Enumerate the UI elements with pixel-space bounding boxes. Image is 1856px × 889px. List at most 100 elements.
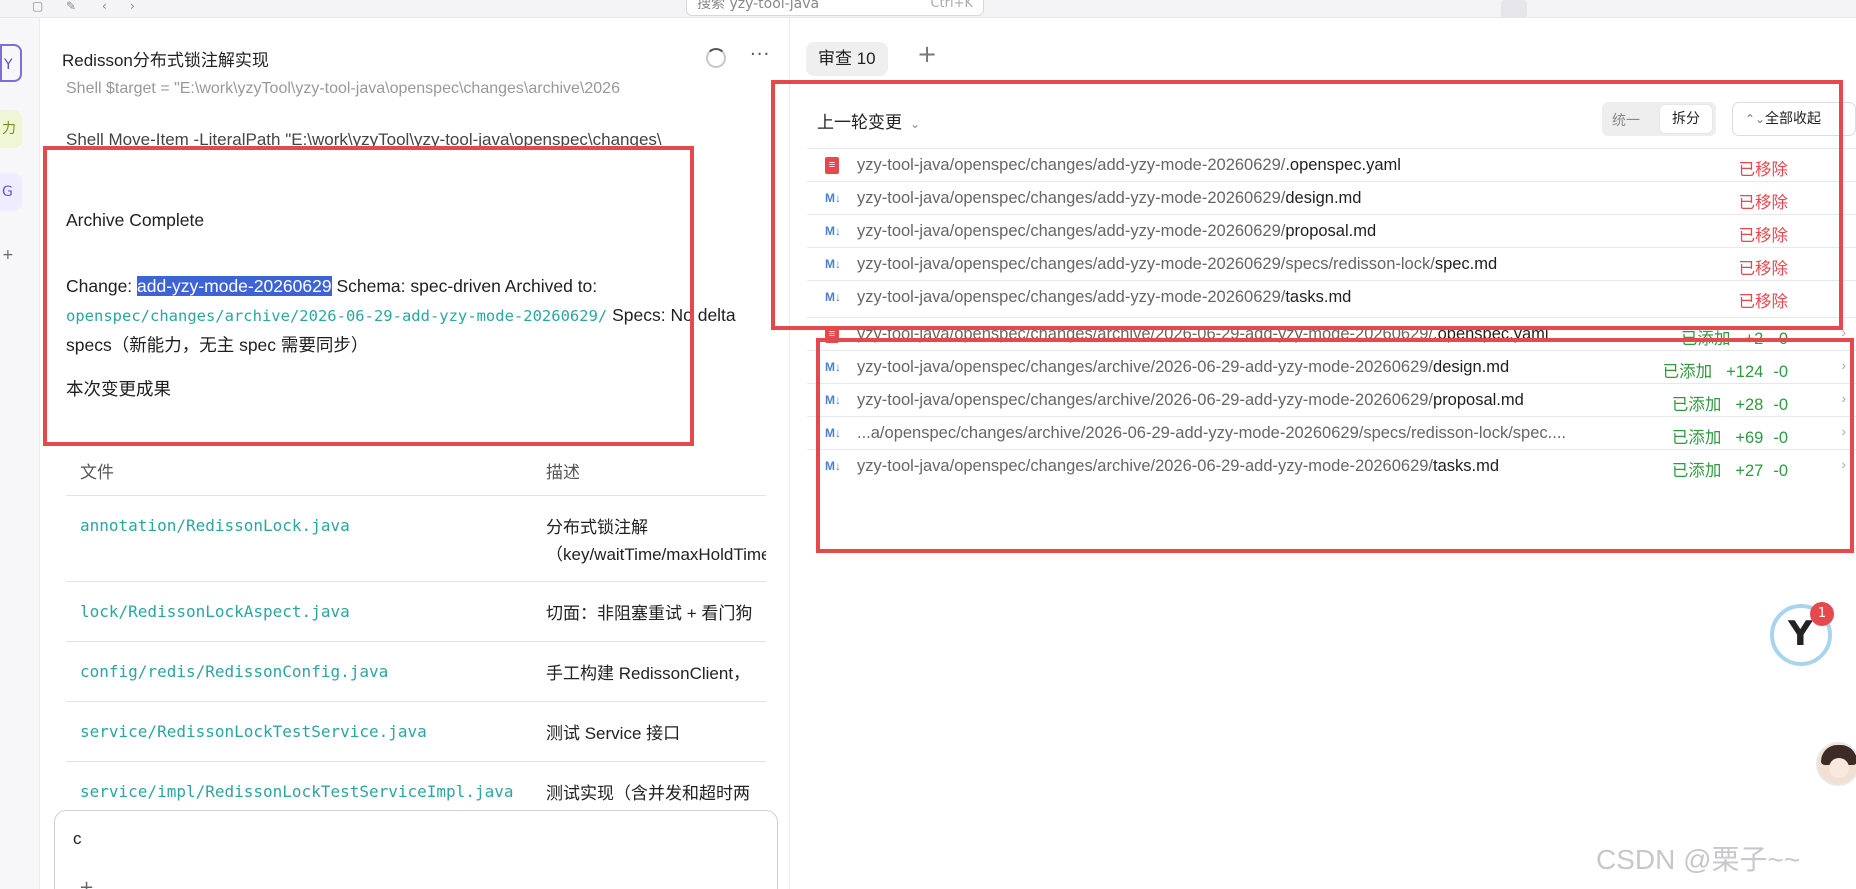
file-path: yzy-tool-java/openspec/changes/add-yzy-m…: [857, 255, 1637, 274]
status-removed-badge: 已移除: [1738, 194, 1789, 212]
file-link[interactable]: annotation/RedissonLock.java: [80, 516, 350, 535]
collapse-all-button[interactable]: ⌃⌄ 全部收起: [1732, 102, 1856, 136]
status-added-badge: 已添加: [1671, 429, 1722, 447]
status-added-badge: 已添加: [1671, 396, 1722, 414]
file-path: yzy-tool-java/openspec/changes/add-yzy-m…: [857, 222, 1637, 241]
markdown-file-icon: M↓: [825, 191, 841, 205]
file-row[interactable]: M↓ yzy-tool-java/openspec/changes/add-yzy…: [807, 214, 1856, 247]
file-name: proposal.md: [1433, 391, 1524, 409]
file-row[interactable]: M↓ yzy-tool-java/openspec/changes/archive…: [807, 449, 1856, 482]
rail-item-g[interactable]: G: [0, 173, 22, 211]
new-chat-icon[interactable]: ✎: [66, 0, 82, 14]
shell-move-line: Shell Move-Item -LiteralPath "E:\work\yz…: [66, 130, 662, 149]
rail-item-y[interactable]: Y: [0, 44, 22, 82]
file-desc: 手工构建 RedissonClient，复: [546, 664, 751, 683]
specs-tail: Specs: No delta: [607, 305, 736, 325]
table-row: annotation/RedissonLock.java 分布式锁注解（key/…: [66, 496, 766, 582]
table-header: 文件 描述: [66, 438, 766, 496]
file-path: yzy-tool-java/openspec/changes/add-yzy-m…: [857, 156, 1637, 175]
file-row[interactable]: M↓ yzy-tool-java/openspec/changes/add-yzy…: [807, 280, 1856, 313]
col-desc: 描述: [546, 463, 580, 482]
file-path: yzy-tool-java/openspec/changes/add-yzy-m…: [857, 189, 1637, 208]
file-row[interactable]: M↓ yzy-tool-java/openspec/changes/archive…: [807, 350, 1856, 383]
markdown-file-icon: M↓: [825, 257, 841, 271]
chat-input[interactable]: c + ↑: [54, 810, 778, 889]
file-link[interactable]: config/redis/RedissonConfig.java: [80, 662, 388, 681]
notification-count: 1: [1810, 602, 1834, 626]
round-label: 上一轮变更: [817, 113, 902, 132]
file-link[interactable]: lock/RedissonLockAspect.java: [80, 602, 350, 621]
search-shortcut: Ctrl+K: [930, 0, 973, 11]
file-name: tasks.md: [1285, 288, 1352, 306]
assistant-badge[interactable]: Y 1: [1770, 602, 1834, 666]
layout-left-icon[interactable]: [1446, 0, 1472, 18]
chevron-right-icon[interactable]: ›: [1841, 324, 1846, 340]
chevron-right-icon[interactable]: ›: [1841, 456, 1846, 472]
diff-stats: +2 -0: [1745, 330, 1788, 348]
status-added-badge: 已添加: [1671, 462, 1722, 480]
file-status: 已添加 +28 -0: [1672, 391, 1788, 415]
lines-deleted: -0: [1773, 330, 1788, 348]
forward-icon[interactable]: ›: [130, 0, 146, 14]
file-dir: ...a/openspec/changes/archive/2026-06-29…: [857, 424, 1566, 442]
search-input[interactable]: 搜索 yzy-tool-java Ctrl+K: [686, 0, 984, 16]
file-dir: yzy-tool-java/openspec/changes/add-yzy-m…: [857, 156, 1286, 174]
change-line: Change: add-yzy-mode-20260629 Schema: sp…: [66, 276, 786, 297]
review-pane: 审查 10 + 上一轮变更 ⌄ 统一 拆分 ⌃⌄ 全部收起 ≡ yzy-tool-j…: [791, 18, 1856, 889]
archive-heading: Archive Complete: [66, 210, 205, 230]
specs-line: specs（新能力，无主 spec 需要同步）: [66, 335, 369, 355]
lines-added: +27: [1735, 462, 1764, 480]
file-name: .openspec.yaml: [1285, 156, 1401, 174]
file-row[interactable]: M↓ yzy-tool-java/openspec/changes/add-yzy…: [807, 181, 1856, 214]
change-value-selected: add-yzy-mode-20260629: [137, 276, 332, 296]
view-mode-toggle: 统一 拆分: [1602, 102, 1716, 136]
back-icon[interactable]: ‹: [102, 0, 118, 14]
file-row[interactable]: M↓ ...a/openspec/changes/archive/2026-06-…: [807, 416, 1856, 449]
rail-item-li[interactable]: 力: [0, 110, 22, 148]
avatar[interactable]: [1816, 742, 1856, 786]
file-row[interactable]: ≡ yzy-tool-java/openspec/changes/archive/…: [807, 317, 1856, 350]
chevron-right-icon[interactable]: ›: [1841, 357, 1846, 373]
collapse-all-label: 全部收起: [1765, 111, 1821, 127]
file-link[interactable]: service/RedissonLockTestService.java: [80, 722, 427, 741]
sidebar-toggle-icon[interactable]: ▢: [32, 0, 48, 14]
collapse-icon: ⌃⌄: [1745, 112, 1766, 126]
status-added-badge: 已添加: [1681, 330, 1731, 348]
diff-stats: +124 -0: [1726, 363, 1788, 381]
table-row: service/RedissonLockTestService.java 测试 …: [66, 702, 766, 762]
file-name: spec.md: [1434, 255, 1498, 273]
window-restore-icon[interactable]: [1782, 0, 1808, 18]
diff-stats: +69 -0: [1735, 429, 1788, 447]
file-desc: 测试 Service 接口: [546, 724, 681, 743]
rail-add-button[interactable]: +: [0, 236, 22, 274]
shell-target-line: Shell $target = "E:\work\yzyTool\yzy-too…: [66, 80, 620, 97]
more-options-icon[interactable]: ···: [750, 44, 770, 65]
archive-path-link[interactable]: openspec/changes/archive/2026-06-29-add-…: [66, 307, 607, 325]
file-dir: yzy-tool-java/openspec/changes/archive/2…: [857, 358, 1434, 376]
lines-deleted: -0: [1773, 429, 1788, 447]
file-row[interactable]: ≡ yzy-tool-java/openspec/changes/add-yzy-…: [807, 148, 1856, 181]
file-dir: yzy-tool-java/openspec/changes/add-yzy-m…: [857, 288, 1286, 306]
file-name: proposal.md: [1285, 222, 1377, 240]
file-dir: yzy-tool-java/openspec/changes/add-yzy-m…: [857, 189, 1286, 207]
chevron-right-icon[interactable]: ›: [1841, 423, 1846, 439]
file-row[interactable]: M↓ yzy-tool-java/openspec/changes/add-yzy…: [807, 247, 1856, 280]
file-link[interactable]: service/impl/RedissonLockTestServiceImpl…: [80, 782, 513, 801]
add-tab-icon[interactable]: +: [917, 40, 937, 68]
attach-plus-icon[interactable]: +: [79, 877, 94, 889]
view-unified-button[interactable]: 统一: [1612, 110, 1640, 130]
title-bar: ▢ ✎ ‹ › 搜索 yzy-tool-java Ctrl+K: [0, 0, 1856, 18]
round-selector[interactable]: 上一轮变更 ⌄: [817, 108, 920, 133]
col-file: 文件: [80, 463, 114, 482]
chevron-right-icon[interactable]: ›: [1841, 390, 1846, 406]
workspace-rail: Y 力 G +: [0, 18, 40, 889]
tab-review[interactable]: 审查 10: [806, 42, 888, 76]
csdn-watermark: CSDN @栗子~~: [1596, 844, 1801, 875]
layout-split-icon[interactable]: [1501, 0, 1527, 18]
search-placeholder: 搜索 yzy-tool-java: [697, 0, 820, 12]
view-split-button[interactable]: 拆分: [1660, 105, 1712, 133]
file-row[interactable]: M↓ yzy-tool-java/openspec/changes/archive…: [807, 383, 1856, 416]
lines-added: +124: [1726, 363, 1764, 381]
avatar-face: [1829, 758, 1849, 778]
chat-input-value: c: [73, 829, 82, 848]
